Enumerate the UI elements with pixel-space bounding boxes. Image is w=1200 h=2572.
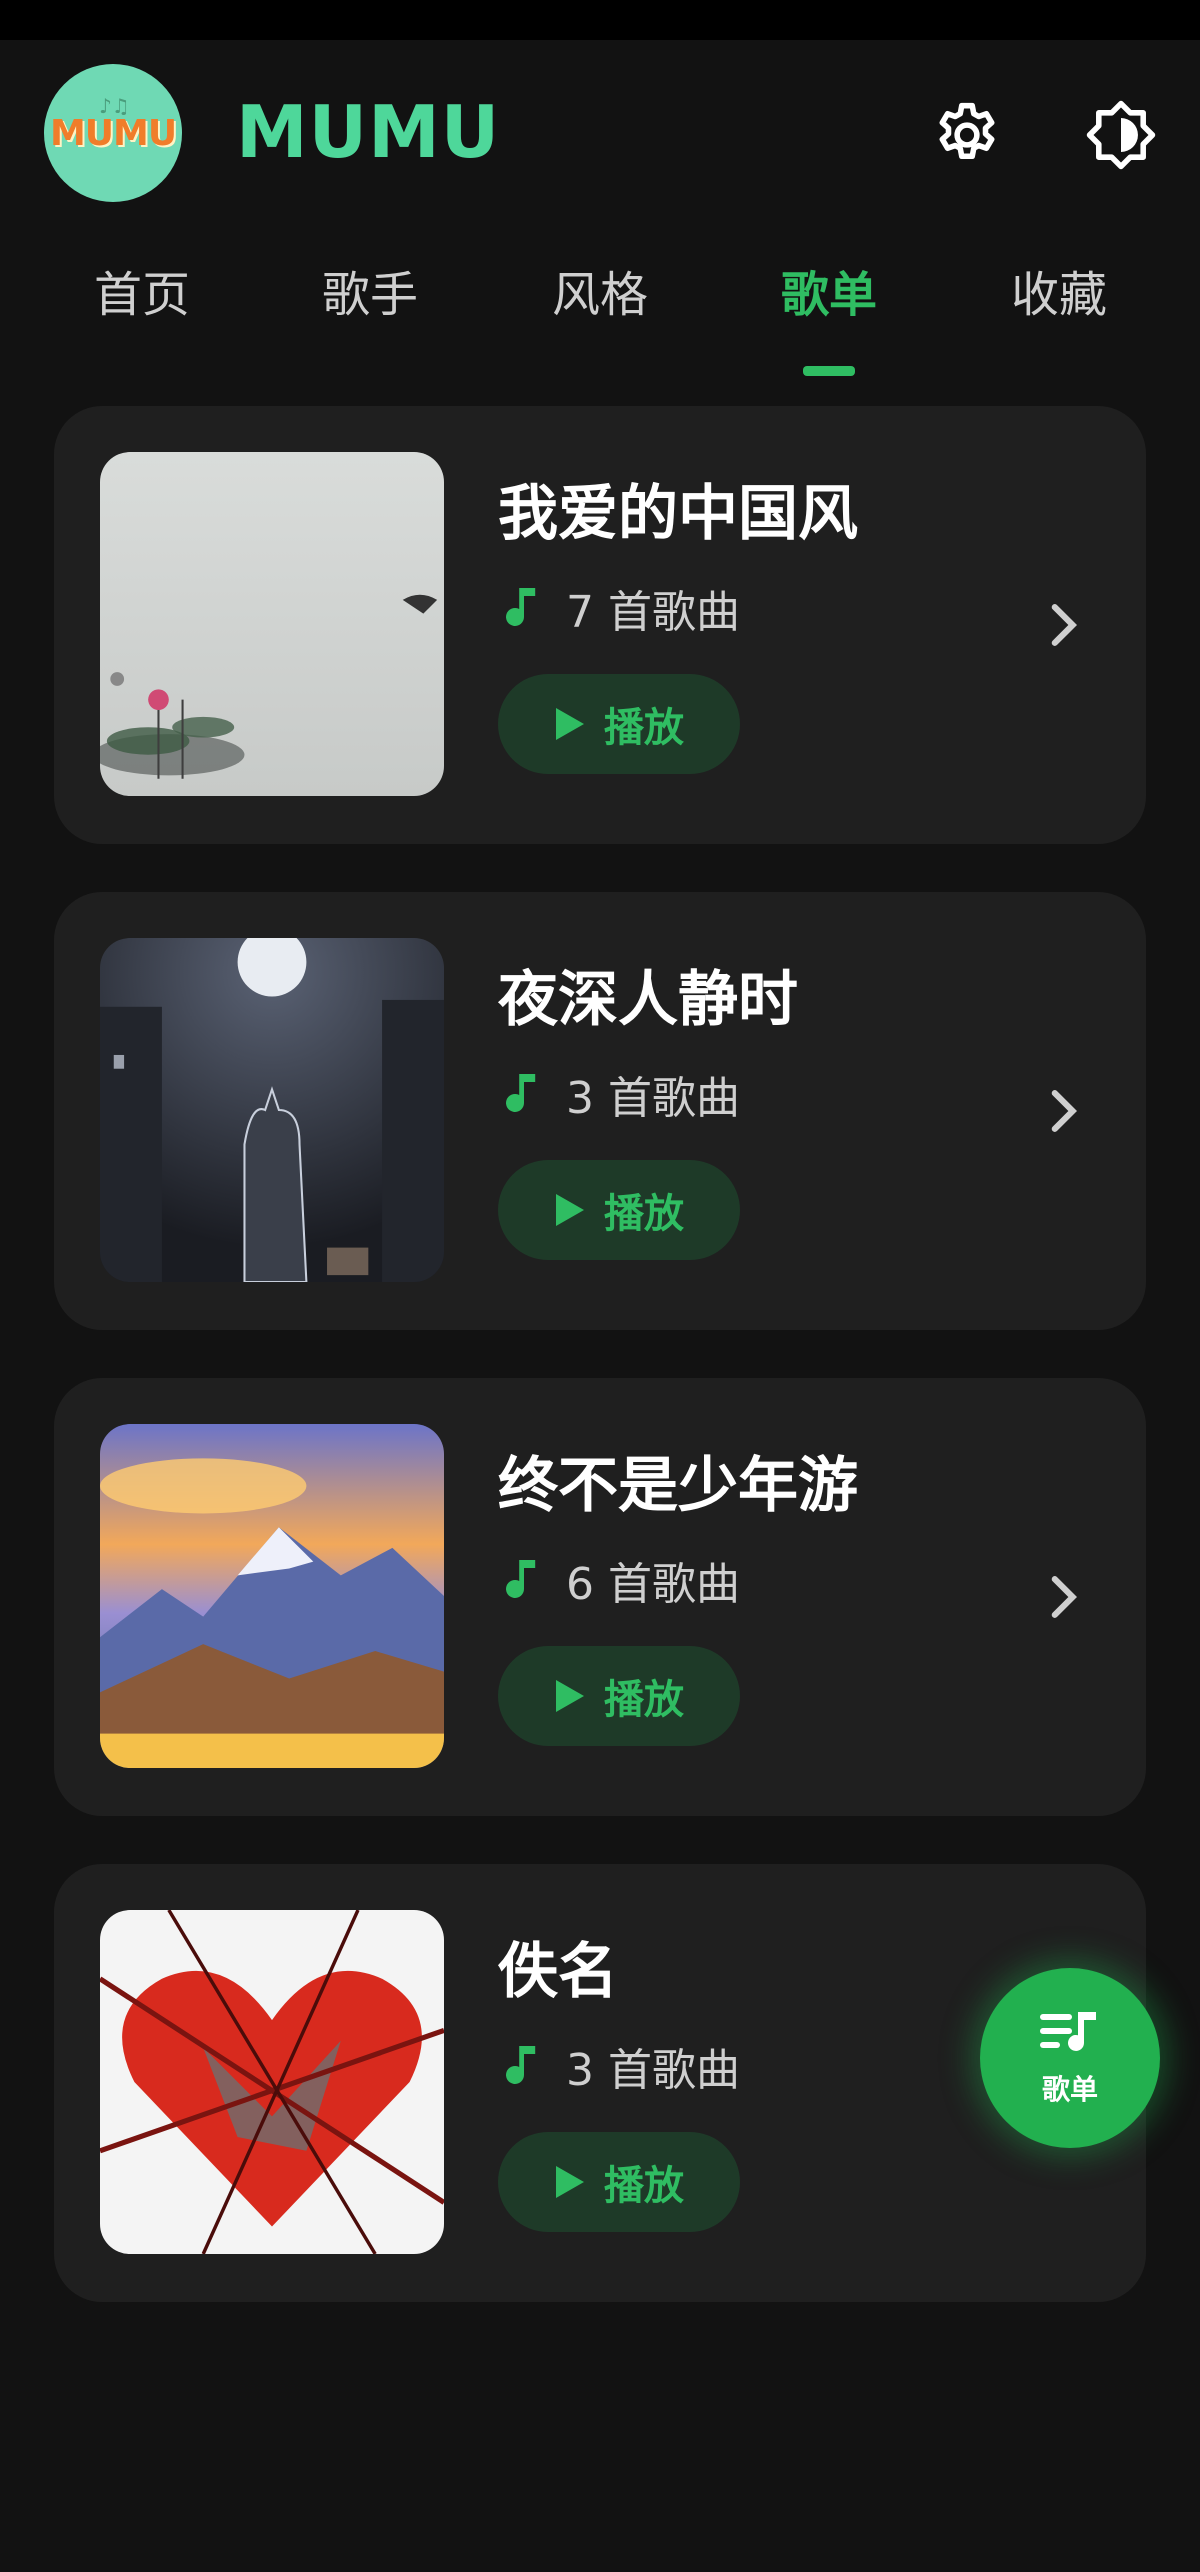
song-count: 3 首歌曲 bbox=[566, 2045, 740, 2096]
tab-genres[interactable]: 风格 bbox=[510, 260, 690, 330]
chevron-right-icon[interactable] bbox=[1048, 1574, 1082, 1620]
chevron-right-icon[interactable] bbox=[1048, 602, 1082, 648]
tab-playlists[interactable]: 歌单 bbox=[739, 260, 919, 330]
song-count-row: 6 首歌曲 bbox=[504, 1550, 740, 1610]
playlist-card[interactable]: 佚名 3 首歌曲 播放 bbox=[54, 1864, 1146, 2302]
song-count-row: 3 首歌曲 bbox=[504, 2036, 740, 2096]
brightness-icon[interactable] bbox=[1084, 98, 1158, 172]
song-count-row: 7 首歌曲 bbox=[504, 578, 740, 638]
music-note-icon bbox=[506, 1074, 536, 1112]
gear-icon[interactable] bbox=[930, 98, 1004, 172]
tab-favorites[interactable]: 收藏 bbox=[969, 260, 1149, 330]
playlist-cover bbox=[100, 1910, 444, 2254]
playlist-cover bbox=[100, 1424, 444, 1768]
music-note-icon bbox=[506, 2046, 536, 2084]
play-label: 播放 bbox=[604, 1191, 684, 1237]
play-label: 播放 bbox=[604, 705, 684, 751]
app-header: ♪♫ MUMU MUMU bbox=[44, 62, 1160, 202]
playlist-card[interactable]: 夜深人静时 3 首歌曲 播放 bbox=[54, 892, 1146, 1330]
play-icon bbox=[556, 1194, 584, 1226]
playlist-card[interactable]: 我爱的中国风 7 首歌曲 播放 bbox=[54, 406, 1146, 844]
playlist-card[interactable]: 终不是少年游 6 首歌曲 播放 bbox=[54, 1378, 1146, 1816]
playlist-title: 我爱的中国风 bbox=[498, 479, 858, 549]
song-count: 3 首歌曲 bbox=[566, 1073, 740, 1124]
active-tab-indicator bbox=[803, 366, 855, 376]
app-title: MUMU bbox=[236, 90, 501, 174]
play-icon bbox=[556, 2166, 584, 2198]
tab-bar: 首页 歌手 风格 歌单 收藏 bbox=[0, 260, 1200, 380]
song-count-row: 3 首歌曲 bbox=[504, 1064, 740, 1124]
app-logo: ♪♫ MUMU bbox=[44, 64, 182, 202]
playlist-title: 佚名 bbox=[498, 1937, 618, 2007]
play-button[interactable]: 播放 bbox=[498, 674, 740, 774]
logo-text: MUMU bbox=[49, 112, 177, 154]
playlist-music-icon bbox=[1040, 2012, 1096, 2051]
tab-artists[interactable]: 歌手 bbox=[280, 260, 460, 330]
music-notes-decoration: ♪♫ bbox=[99, 94, 130, 118]
play-label: 播放 bbox=[604, 1677, 684, 1723]
music-note-icon bbox=[506, 1560, 536, 1598]
play-button[interactable]: 播放 bbox=[498, 1646, 740, 1746]
song-count: 6 首歌曲 bbox=[566, 1559, 740, 1610]
play-button[interactable]: 播放 bbox=[498, 2132, 740, 2232]
play-label: 播放 bbox=[604, 2163, 684, 2209]
playlist-fab[interactable]: 歌单 bbox=[980, 1968, 1160, 2148]
fab-label: 歌单 bbox=[1041, 2073, 1098, 2106]
play-icon bbox=[556, 708, 584, 740]
play-icon bbox=[556, 1680, 584, 1712]
chevron-right-icon[interactable] bbox=[1048, 1088, 1082, 1134]
playlist-title: 夜深人静时 bbox=[498, 965, 798, 1035]
tab-home[interactable]: 首页 bbox=[52, 260, 232, 330]
status-bar bbox=[0, 0, 1200, 40]
playlist-title: 终不是少年游 bbox=[498, 1451, 858, 1521]
play-button[interactable]: 播放 bbox=[498, 1160, 740, 1260]
song-count: 7 首歌曲 bbox=[566, 587, 740, 638]
music-note-icon bbox=[506, 588, 536, 626]
playlist-cover bbox=[100, 452, 444, 796]
playlist-cover bbox=[100, 938, 444, 1282]
